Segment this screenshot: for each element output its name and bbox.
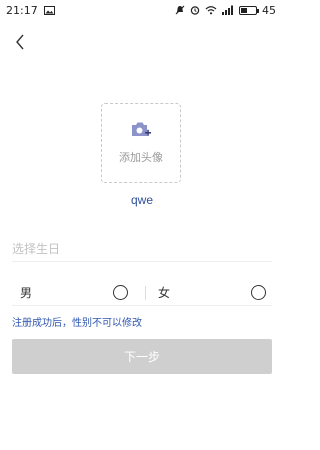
gender-hint: 注册成功后，性别不可以修改: [12, 318, 142, 329]
status-right: 45: [175, 4, 276, 17]
birthday-placeholder: 选择生日: [12, 242, 61, 256]
battery-icon: [239, 5, 259, 15]
back-button[interactable]: [10, 31, 30, 53]
username: qwe: [130, 193, 153, 207]
add-avatar-label: 添加头像: [119, 151, 163, 164]
birthday-field[interactable]: 选择生日: [12, 236, 272, 262]
status-left: 21:17: [6, 4, 55, 17]
gender-male-radio[interactable]: [113, 285, 128, 300]
battery-level: 45: [262, 3, 276, 17]
gender-selector: 男 女: [12, 280, 272, 306]
alarm-icon: [190, 5, 200, 15]
gender-male-option[interactable]: 男: [12, 280, 145, 305]
gender-female-option[interactable]: 女: [146, 280, 272, 305]
chevron-left-icon: [16, 34, 24, 50]
wifi-icon: [205, 5, 217, 15]
add-avatar-button[interactable]: 添加头像: [101, 103, 181, 183]
gender-female-label: 女: [158, 286, 171, 300]
gender-male-label: 男: [20, 286, 33, 300]
registration-screen: 21:17 45 添加头像 qwe 选择生日 男 女 注册成功后，性别不可以修改…: [0, 0, 284, 450]
status-bar: 21:17 45: [0, 0, 284, 20]
next-button[interactable]: 下一步: [12, 339, 272, 374]
image-icon: [43, 5, 55, 15]
camera-add-icon: [130, 121, 152, 143]
battery-fill: [241, 7, 248, 13]
gender-female-radio[interactable]: [251, 285, 266, 300]
no-ring-icon: [175, 5, 185, 15]
status-time: 21:17: [6, 3, 38, 17]
signal-icon: [222, 5, 234, 15]
